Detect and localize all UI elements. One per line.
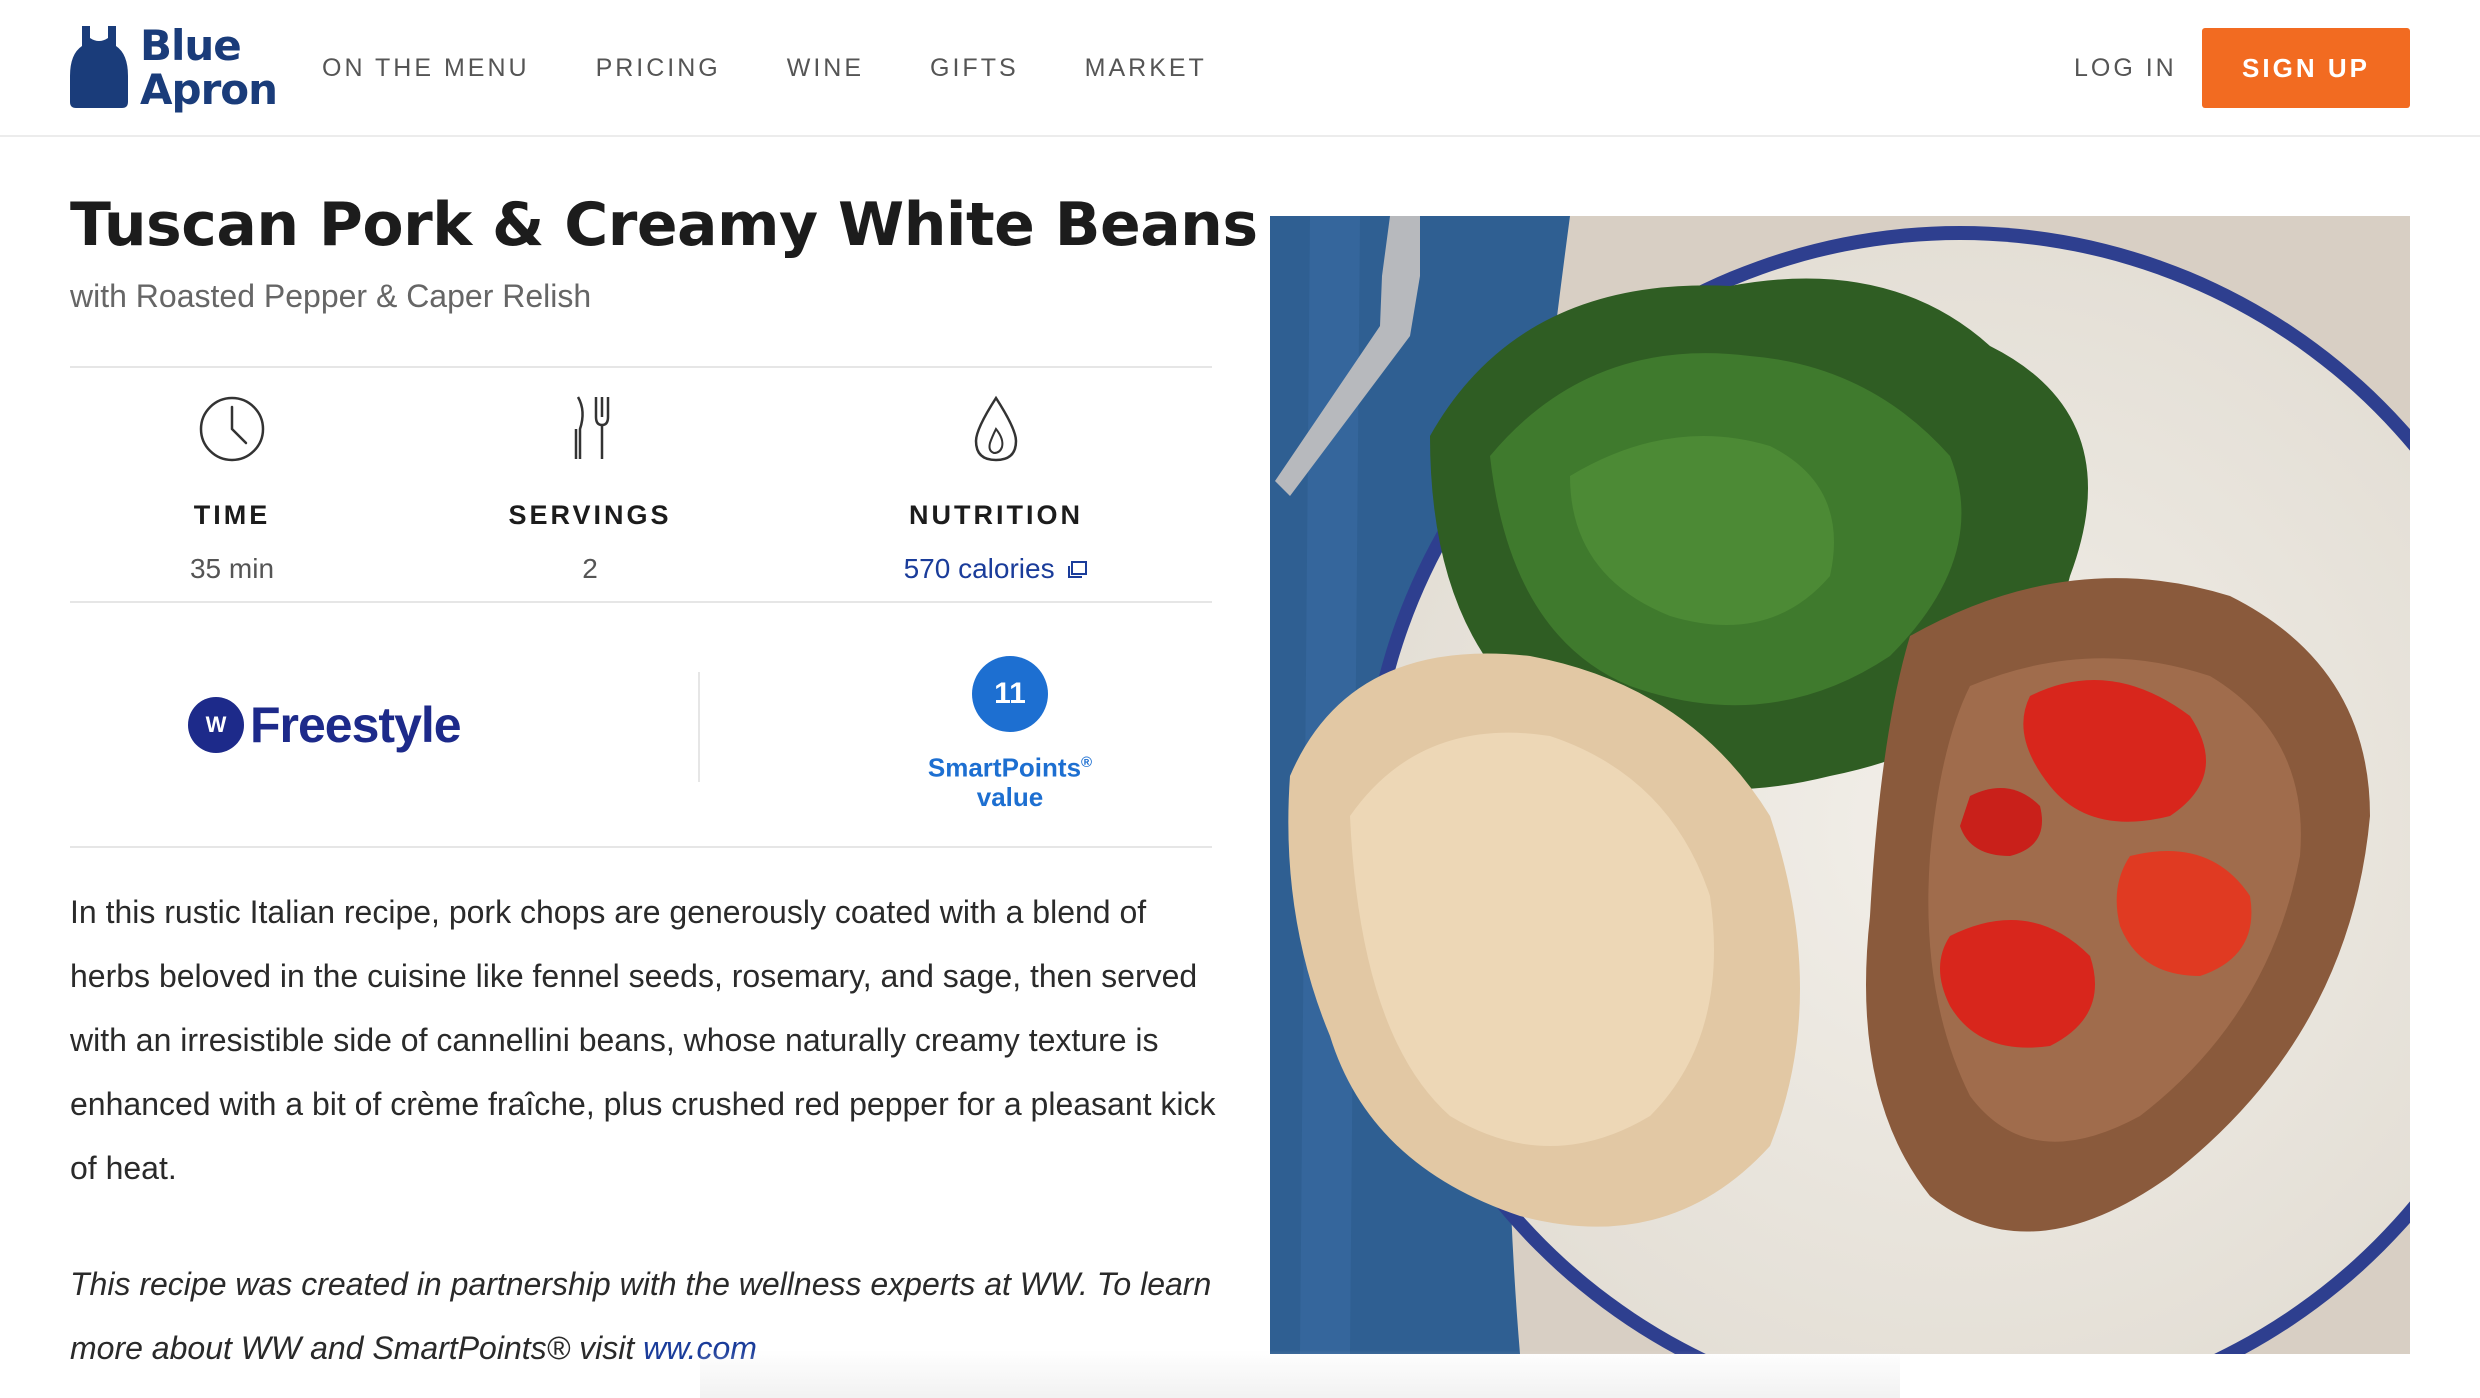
- login-link[interactable]: LOG IN: [2074, 0, 2177, 137]
- smartpoints-label: SmartPoints® value: [927, 752, 1093, 812]
- stat-nutrition-label: NUTRITION: [909, 500, 1083, 530]
- stat-nutrition: NUTRITION 570 calories: [846, 395, 1146, 585]
- main-nav: ON THE MENU PRICING WINE GIFTS MARKET: [322, 0, 1273, 137]
- stat-time-label: TIME: [193, 500, 271, 530]
- signup-button[interactable]: SIGN UP: [2202, 28, 2410, 108]
- plated-dish-image: [1270, 216, 2410, 1354]
- nav-gifts[interactable]: GIFTS: [930, 54, 1019, 83]
- divider: [70, 846, 1212, 848]
- nav-market[interactable]: MARKET: [1085, 54, 1207, 83]
- ww-badge: W: [188, 697, 244, 753]
- nav-wine[interactable]: WINE: [787, 54, 864, 83]
- nutrition-calories-link[interactable]: 570 calories: [846, 553, 1146, 585]
- clock-icon: [199, 396, 265, 462]
- calories-text: 570 calories: [903, 553, 1055, 584]
- drop-icon: [974, 395, 1018, 462]
- recipe-title: Tuscan Pork & Creamy White Beans: [70, 190, 1258, 260]
- nav-pricing[interactable]: PRICING: [596, 54, 721, 83]
- nav-on-the-menu[interactable]: ON THE MENU: [322, 54, 530, 83]
- divider: [70, 366, 1212, 368]
- stat-servings-label: SERVINGS: [508, 500, 672, 530]
- recipe-photo: [1270, 216, 2410, 1354]
- recipe-description: In this rustic Italian recipe, pork chop…: [70, 894, 1216, 1186]
- stat-time-value: 35 min: [189, 553, 275, 584]
- ww-freestyle-text: Freestyle: [250, 697, 462, 753]
- logo-text: Blue Apron: [140, 21, 278, 114]
- bottom-fade: [700, 1350, 1900, 1398]
- ww-freestyle-logo: W Freestyle: [188, 690, 462, 760]
- divider: [70, 601, 1212, 603]
- stat-time: TIME 35 min: [82, 395, 382, 585]
- external-window-icon: [1068, 561, 1088, 578]
- utensils-icon: [574, 396, 610, 459]
- smartpoints-value-badge: 11: [972, 656, 1048, 732]
- blue-apron-logo[interactable]: Blue Apron: [68, 24, 278, 116]
- vertical-divider: [698, 672, 700, 782]
- stat-servings: SERVINGS 2: [440, 395, 740, 585]
- stat-servings-value: 2: [582, 553, 598, 584]
- site-header: Blue Apron ON THE MENU PRICING WINE GIFT…: [0, 0, 2480, 137]
- apron-icon: [70, 26, 128, 108]
- recipe-subtitle: with Roasted Pepper & Caper Relish: [70, 278, 592, 314]
